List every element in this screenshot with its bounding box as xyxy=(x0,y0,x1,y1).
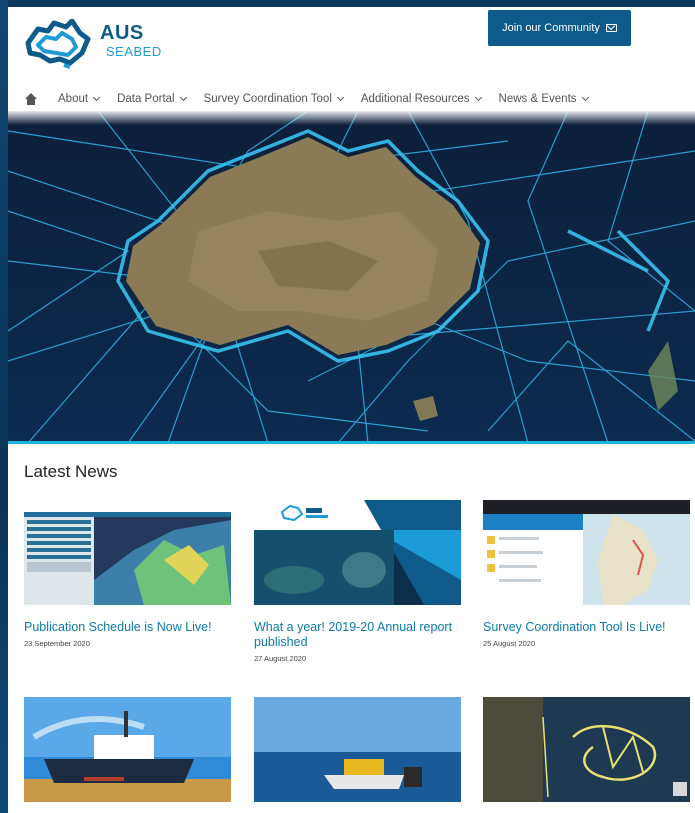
news-thumbnail-survey-boat[interactable] xyxy=(254,697,461,802)
news-thumbnail-coverage-map[interactable] xyxy=(483,697,690,802)
logo-text-seabed: SEABED xyxy=(106,44,162,59)
site-header: AUS SEABED Join our Community xyxy=(8,7,695,87)
nav-item-about[interactable]: About xyxy=(58,93,101,105)
join-community-label: Join our Community xyxy=(502,22,600,34)
page-background xyxy=(0,0,8,813)
australia-outline-logo-icon xyxy=(25,18,91,69)
news-card-annual-report[interactable]: What a year! 2019-20 Annual report publi… xyxy=(254,500,461,663)
hero-bottom-border xyxy=(8,441,695,444)
latest-news-heading: Latest News xyxy=(24,462,118,481)
nav-item-label: About xyxy=(58,93,89,105)
news-thumbnail-data-portal[interactable] xyxy=(24,500,231,605)
news-card-date: 23 September 2020 xyxy=(24,639,90,648)
news-card-date: 25 August 2020 xyxy=(483,639,536,648)
news-thumbnail-survey-tool[interactable] xyxy=(483,500,690,605)
main-navigation: About Data Portal Survey Coordination To… xyxy=(8,87,695,111)
chevron-down-icon xyxy=(581,93,589,102)
news-card-title[interactable]: What a year! 2019-20 Annual report publi… xyxy=(254,620,461,650)
ausseabed-logo[interactable]: AUS SEABED xyxy=(22,18,182,69)
hero-map-image xyxy=(8,111,695,443)
join-community-button[interactable]: Join our Community xyxy=(488,10,631,46)
nav-item-label: News & Events xyxy=(498,93,577,105)
news-card-publication-schedule[interactable]: Publication Schedule is Now Live! 23 Sep… xyxy=(24,500,231,648)
nav-item-survey-coordination-tool[interactable]: Survey Coordination Tool xyxy=(203,93,344,105)
news-card-title[interactable]: Survey Coordination Tool Is Live! xyxy=(483,620,690,635)
chevron-down-icon xyxy=(179,93,187,102)
news-card-boat[interactable] xyxy=(254,697,461,807)
chevron-down-icon xyxy=(93,93,101,102)
nav-item-label: Additional Resources xyxy=(360,93,470,105)
nav-item-additional-resources[interactable]: Additional Resources xyxy=(360,93,482,105)
news-card-title[interactable]: Publication Schedule is Now Live! xyxy=(24,620,231,635)
chevron-down-icon xyxy=(336,93,344,102)
home-icon[interactable] xyxy=(24,93,38,105)
nav-item-data-portal[interactable]: Data Portal xyxy=(117,93,187,105)
news-card-ship[interactable] xyxy=(24,697,231,807)
page: AUS SEABED Join our Community About Data… xyxy=(8,7,695,813)
envelope-icon xyxy=(605,24,617,32)
news-card-map[interactable] xyxy=(483,697,690,807)
nav-item-label: Data Portal xyxy=(117,93,175,105)
news-thumbnail-annual-report[interactable] xyxy=(254,500,461,605)
news-card-date: 27 August 2020 xyxy=(254,654,307,663)
news-card-survey-tool[interactable]: Survey Coordination Tool Is Live! 25 Aug… xyxy=(483,500,690,648)
nav-item-news-events[interactable]: News & Events xyxy=(498,93,589,105)
news-thumbnail-survey-ship[interactable] xyxy=(24,697,231,802)
logo-text-aus: AUS xyxy=(100,22,144,44)
chevron-down-icon xyxy=(474,93,482,102)
nav-item-label: Survey Coordination Tool xyxy=(203,93,332,105)
